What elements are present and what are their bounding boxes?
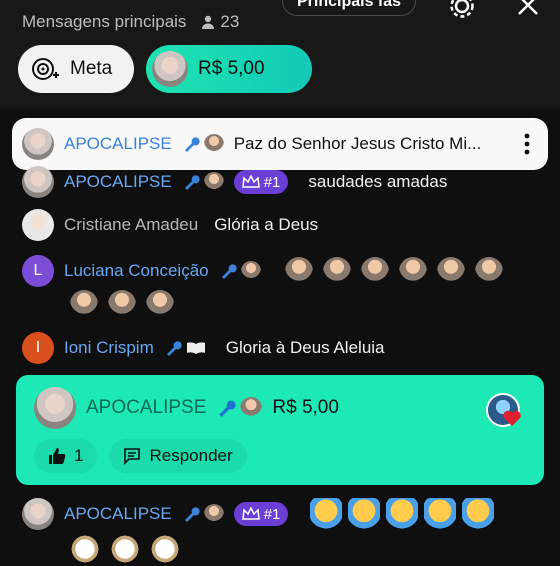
crown-icon <box>241 175 260 188</box>
avatar <box>22 498 54 530</box>
settings-button[interactable] <box>448 0 476 25</box>
praying-emoji-icon <box>360 257 389 285</box>
rank-label: #1 <box>263 173 281 191</box>
avatar <box>34 387 76 429</box>
wrench-icon <box>184 507 200 522</box>
message-text: saudades amadas <box>308 172 448 191</box>
author-name: Cristiane Amadeu <box>64 215 199 234</box>
emoji-row <box>284 257 503 285</box>
super-chat-header: APOCALIPSE R$ 5,00 <box>34 387 339 429</box>
author-name: Ioni Crispim <box>64 338 154 357</box>
author-name: APOCALIPSE <box>64 172 172 191</box>
chat-message[interactable]: L Luciana Conceição <box>22 255 503 287</box>
author-badges <box>182 134 224 154</box>
member-badge-icon <box>203 172 224 192</box>
chat-message[interactable]: Cristiane Amadeu Glória a Deus <box>22 209 318 241</box>
gifting-rank-badge: #1 <box>233 502 289 526</box>
message-text: Gloria à Deus Aleluia <box>225 338 385 357</box>
message-text: Glória a Deus <box>214 215 319 234</box>
crown-icon <box>241 507 260 520</box>
member-badge-icon <box>203 134 224 154</box>
super-chat-card[interactable]: APOCALIPSE R$ 5,00 1 Responder <box>16 375 544 485</box>
top-fans-label: Principais fãs <box>297 0 402 10</box>
pinned-message[interactable]: APOCALIPSE Paz do Senhor Jesus Cristo Mi… <box>12 118 548 170</box>
praying-emoji-icon <box>146 290 174 318</box>
donation-pill[interactable]: R$ 5,00 <box>146 45 312 93</box>
member-badge-icon <box>240 397 263 419</box>
creator-heart <box>486 393 521 427</box>
author-name: Luciana Conceição <box>64 261 209 280</box>
avatar <box>22 166 54 198</box>
close-icon <box>518 0 538 15</box>
super-chat-author: APOCALIPSE <box>86 397 207 418</box>
dove-emoji-icon <box>68 532 102 566</box>
close-button[interactable] <box>515 0 541 23</box>
goal-target-icon <box>32 58 59 80</box>
member-badge-icon <box>203 504 224 524</box>
reply-icon <box>124 448 141 465</box>
pinned-author-name: APOCALIPSE <box>64 134 172 153</box>
praying-emoji-icon <box>284 257 313 285</box>
praying-emoji-icon <box>398 257 427 285</box>
super-chat-amount: R$ 5,00 <box>272 397 339 418</box>
dove-emoji-icon <box>108 532 142 566</box>
author-badges <box>216 397 263 419</box>
wrench-icon <box>219 400 236 417</box>
praying-emoji-icon <box>436 257 465 285</box>
heart-icon <box>503 410 521 426</box>
pinned-text: Paz do Senhor Jesus Cristo Mi... <box>233 134 482 153</box>
praying-emoji-icon <box>474 257 503 285</box>
chat-mode-label: Mensagens principais <box>22 12 187 31</box>
reply-button[interactable]: Responder <box>109 439 247 473</box>
wrench-icon <box>184 175 200 190</box>
wrench-icon <box>221 264 237 279</box>
chat-message[interactable]: APOCALIPSE #1 saudades amadas <box>22 166 447 198</box>
avatar <box>22 209 54 241</box>
emoji-row-continued <box>70 290 174 318</box>
dove-emoji-icon <box>148 532 182 566</box>
thumbs-up-icon <box>49 448 66 464</box>
super-chat-actions: 1 Responder <box>34 439 247 473</box>
goal-label: Meta <box>70 58 113 79</box>
more-options-icon[interactable] <box>524 133 530 155</box>
avatar <box>152 51 188 87</box>
top-fans-button[interactable]: Principais fãs <box>282 0 417 16</box>
avatar <box>22 128 54 160</box>
waving-emoji-icon <box>348 498 381 530</box>
like-count: 1 <box>74 446 84 465</box>
emoji-row <box>310 498 495 530</box>
viewer-count: 23 <box>200 12 239 32</box>
wrench-icon <box>184 137 200 152</box>
author-badges <box>182 504 224 524</box>
chat-message[interactable]: APOCALIPSE #1 <box>22 498 495 530</box>
author-badges <box>164 339 206 357</box>
donation-amount: R$ 5,00 <box>198 58 265 79</box>
praying-emoji-icon <box>70 290 98 318</box>
waving-emoji-icon <box>424 498 457 530</box>
person-icon <box>202 15 215 29</box>
like-button[interactable]: 1 <box>34 439 98 473</box>
author-badges <box>182 172 224 192</box>
waving-emoji-icon <box>386 498 419 530</box>
chat-message[interactable]: I Ioni Crispim Gloria à Deus Aleluia <box>22 332 385 364</box>
member-badge-icon <box>240 261 261 281</box>
rank-label: #1 <box>263 505 281 523</box>
emoji-row-continued <box>68 532 182 566</box>
reply-label: Responder <box>149 446 233 465</box>
author-badges <box>219 261 261 281</box>
praying-emoji-icon <box>322 257 351 285</box>
gear-icon <box>450 0 474 18</box>
viewer-count-value: 23 <box>220 12 240 31</box>
avatar: I <box>22 332 54 364</box>
waving-emoji-icon <box>310 498 343 530</box>
author-name: APOCALIPSE <box>64 504 172 523</box>
avatar: L <box>22 255 54 287</box>
chat-mode-selector[interactable]: Mensagens principais 23 <box>22 12 239 32</box>
wrench-icon <box>166 341 182 356</box>
praying-emoji-icon <box>108 290 136 318</box>
waving-emoji-icon <box>462 498 495 530</box>
open-book-icon <box>186 342 205 354</box>
gifting-rank-badge: #1 <box>233 170 289 194</box>
goal-pill[interactable]: Meta <box>18 45 134 93</box>
